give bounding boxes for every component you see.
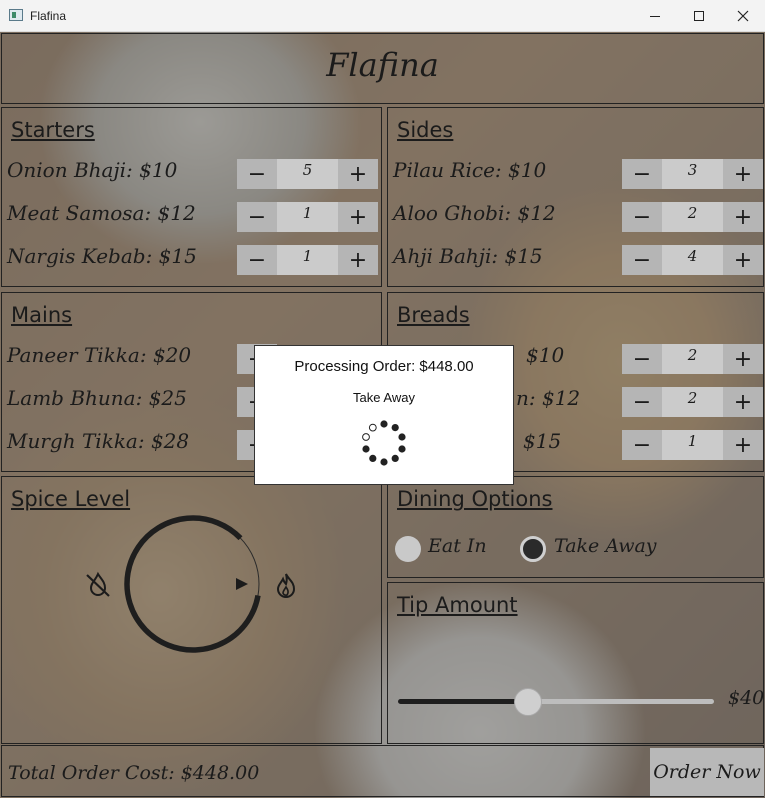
quantity-value[interactable]: 2 bbox=[662, 202, 723, 232]
decrement-button[interactable]: − bbox=[622, 430, 662, 460]
increment-button[interactable]: + bbox=[338, 159, 378, 189]
increment-button[interactable]: + bbox=[338, 245, 378, 275]
mains-title: Mains bbox=[11, 303, 73, 327]
close-icon bbox=[737, 10, 749, 22]
order-now-button[interactable]: Order Now bbox=[650, 748, 764, 796]
quantity-stepper: − 1 + bbox=[237, 202, 378, 232]
increment-button[interactable]: + bbox=[723, 159, 763, 189]
decrement-button[interactable]: − bbox=[622, 159, 662, 189]
dining-panel: Dining Options Eat In Take Away bbox=[387, 476, 764, 578]
title-bar: Flafina bbox=[0, 0, 765, 32]
quantity-value[interactable]: 1 bbox=[277, 245, 338, 275]
bread-item-2: n: $12 bbox=[516, 386, 581, 410]
quantity-value[interactable]: 3 bbox=[662, 159, 723, 189]
bread-item-3: $15 bbox=[523, 429, 562, 453]
quantity-value[interactable]: 1 bbox=[662, 430, 723, 460]
radio-label-take-away[interactable]: Take Away bbox=[554, 535, 657, 557]
quantity-stepper: − 5 + bbox=[237, 159, 378, 189]
increment-button[interactable]: + bbox=[723, 344, 763, 374]
radio-label-eat-in[interactable]: Eat In bbox=[428, 535, 487, 557]
main-item-paneer-tikka: Paneer Tikka: $20 bbox=[7, 343, 192, 367]
tip-panel: Tip Amount $40 bbox=[387, 582, 764, 744]
quantity-stepper: − 2 + bbox=[622, 387, 763, 417]
quantity-stepper: − 3 + bbox=[622, 159, 763, 189]
side-item-pilau-rice: Pilau Rice: $10 bbox=[393, 158, 547, 182]
sides-panel: Sides Pilau Rice: $10 Aloo Ghobi: $12 Ah… bbox=[387, 107, 764, 287]
starters-panel: Starters Onion Bhaji: $10 Meat Samosa: $… bbox=[1, 107, 382, 287]
dining-title: Dining Options bbox=[397, 487, 553, 511]
starter-item-meat-samosa: Meat Samosa: $12 bbox=[7, 201, 196, 225]
footer-bar: Total Order Cost: $448.00 Order Now bbox=[1, 745, 764, 797]
quantity-value[interactable]: 4 bbox=[662, 245, 723, 275]
processing-title: Processing Order: $448.00 bbox=[294, 358, 474, 375]
side-item-ahji-bahji: Ahji Bahji: $15 bbox=[393, 244, 543, 268]
spice-panel: Spice Level bbox=[1, 476, 382, 744]
app-heading: Flafina bbox=[326, 46, 439, 84]
slider-thumb[interactable] bbox=[513, 688, 542, 716]
decrement-button[interactable]: − bbox=[622, 245, 662, 275]
sides-title: Sides bbox=[397, 118, 454, 142]
header-panel: Flafina bbox=[1, 33, 764, 104]
decrement-button[interactable]: − bbox=[622, 387, 662, 417]
spice-dial[interactable] bbox=[120, 511, 266, 657]
tip-title: Tip Amount bbox=[397, 593, 518, 617]
app-window-icon bbox=[9, 9, 23, 21]
bread-item-1: $10 bbox=[526, 343, 565, 367]
starters-title: Starters bbox=[11, 118, 95, 142]
minimize-icon bbox=[650, 15, 660, 17]
maximize-button[interactable] bbox=[676, 0, 722, 32]
decrement-button[interactable]: − bbox=[237, 202, 277, 232]
increment-button[interactable]: + bbox=[723, 387, 763, 417]
decrement-button[interactable]: − bbox=[237, 159, 277, 189]
close-button[interactable] bbox=[720, 0, 765, 32]
minimize-button[interactable] bbox=[632, 0, 678, 32]
tip-value: $40 bbox=[728, 687, 765, 709]
maximize-icon bbox=[694, 11, 704, 21]
increment-button[interactable]: + bbox=[723, 245, 763, 275]
increment-button[interactable]: + bbox=[723, 430, 763, 460]
main-item-lamb-bhuna: Lamb Bhuna: $25 bbox=[7, 386, 187, 410]
window-title: Flafina bbox=[30, 9, 67, 23]
decrement-button[interactable]: − bbox=[237, 245, 277, 275]
starter-item-nargis-kebab: Nargis Kebab: $15 bbox=[7, 244, 197, 268]
total-cost-label: Total Order Cost: $448.00 bbox=[8, 762, 260, 784]
quantity-value[interactable]: 1 bbox=[277, 202, 338, 232]
increment-button[interactable]: + bbox=[338, 202, 378, 232]
no-spice-icon bbox=[86, 571, 110, 597]
radio-indicator[interactable] bbox=[395, 536, 421, 562]
quantity-stepper: − 1 + bbox=[622, 430, 763, 460]
breads-title: Breads bbox=[397, 303, 470, 327]
increment-button[interactable]: + bbox=[723, 202, 763, 232]
quantity-stepper: − 4 + bbox=[622, 245, 763, 275]
flame-icon bbox=[276, 573, 296, 598]
quantity-stepper: − 2 + bbox=[622, 202, 763, 232]
main-item-murgh-tikka: Murgh Tikka: $28 bbox=[7, 429, 190, 453]
app-content: Flafina Starters Onion Bhaji: $10 Meat S… bbox=[0, 32, 765, 798]
decrement-button[interactable]: − bbox=[622, 202, 662, 232]
spice-dial-ring bbox=[124, 515, 261, 653]
spice-title: Spice Level bbox=[11, 487, 131, 511]
tip-slider[interactable] bbox=[398, 687, 714, 717]
processing-subtitle: Take Away bbox=[353, 390, 415, 405]
side-item-aloo-ghobi: Aloo Ghobi: $12 bbox=[393, 201, 556, 225]
quantity-value[interactable]: 2 bbox=[662, 387, 723, 417]
quantity-value[interactable]: 2 bbox=[662, 344, 723, 374]
quantity-stepper: − 2 + bbox=[622, 344, 763, 374]
dial-pointer-icon bbox=[236, 578, 248, 590]
decrement-button[interactable]: − bbox=[622, 344, 662, 374]
starter-item-onion-bhaji: Onion Bhaji: $10 bbox=[7, 158, 178, 182]
radio-indicator-selected[interactable] bbox=[520, 536, 546, 562]
processing-dialog: Processing Order: $448.00 Take Away bbox=[254, 345, 514, 485]
quantity-stepper: − 1 + bbox=[237, 245, 378, 275]
loading-spinner-icon bbox=[362, 420, 406, 466]
slider-fill bbox=[398, 699, 528, 704]
quantity-value[interactable]: 5 bbox=[277, 159, 338, 189]
